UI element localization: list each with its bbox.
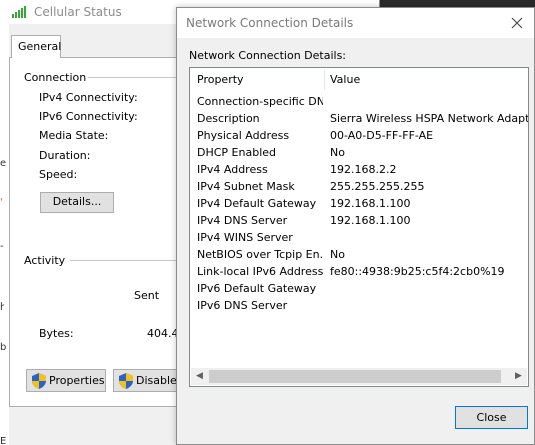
close-button[interactable]: Close — [455, 406, 528, 429]
list-item[interactable]: IPv4 Default Gateway 192.168.1.100 — [190, 196, 528, 213]
list-item[interactable]: IPv4 Address 192.168.2.2 — [190, 162, 528, 179]
list-item[interactable]: NetBIOS over Tcpip En... No — [190, 247, 528, 264]
column-separator[interactable] — [324, 70, 325, 90]
details-list[interactable]: Property Value Connection-specific DN...… — [189, 67, 529, 387]
list-item[interactable]: Connection-specific DN... — [190, 94, 528, 111]
signal-bars-icon — [12, 6, 28, 18]
properties-button[interactable]: Properties — [26, 369, 106, 392]
list-item[interactable]: Description Sierra Wireless HSPA Network … — [190, 111, 528, 128]
left-gutter: e ' - ' r b E — [0, 24, 9, 445]
list-item[interactable]: IPv4 WINS Server — [190, 230, 528, 247]
horizontal-scrollbar[interactable]: ◀ ▶ — [191, 368, 527, 385]
scroll-right-icon[interactable]: ▶ — [510, 368, 527, 385]
column-header-value[interactable]: Value — [330, 73, 360, 86]
divider — [88, 77, 178, 78]
list-item[interactable]: Link-local IPv6 Address fe80::4938:9b25:c… — [190, 264, 528, 281]
shield-icon — [32, 373, 46, 389]
disable-button-label: Disable — [136, 374, 177, 387]
details-caption: Network Connection Details: — [189, 49, 347, 62]
bytes-label: Bytes: — [39, 327, 74, 340]
disable-button[interactable]: Disable — [113, 369, 183, 392]
speed-label: Speed: — [39, 168, 78, 181]
list-item[interactable]: IPv6 DNS Server — [190, 298, 528, 315]
list-header: Property Value — [190, 68, 528, 92]
scroll-left-icon[interactable]: ◀ — [191, 368, 208, 385]
status-window-title: Cellular Status — [34, 5, 122, 19]
ipv6-connectivity-label: IPv6 Connectivity: — [39, 110, 138, 123]
media-state-label: Media State: — [39, 129, 109, 142]
list-item[interactable]: IPv4 DNS Server 192.168.1.100 — [190, 213, 528, 230]
close-icon[interactable] — [506, 12, 528, 34]
list-item[interactable]: DHCP Enabled No — [190, 145, 528, 162]
bytes-sent-value: 404.4 — [147, 327, 179, 340]
sent-label: Sent — [134, 289, 160, 302]
scrollbar-thumb[interactable] — [209, 370, 501, 383]
dialog-title: Network Connection Details — [186, 16, 354, 30]
network-connection-details-dialog: Network Connection Details Network Conne… — [176, 7, 535, 445]
list-item[interactable]: Physical Address 00-A0-D5-FF-FF-AE — [190, 128, 528, 145]
list-item[interactable]: IPv6 Default Gateway — [190, 281, 528, 298]
dialog-titlebar: Network Connection Details — [177, 8, 534, 38]
duration-label: Duration: — [39, 149, 91, 162]
shield-icon — [119, 373, 133, 389]
list-item[interactable]: IPv4 Subnet Mask 255.255.255.255 — [190, 179, 528, 196]
activity-group-label: Activity — [24, 254, 66, 267]
details-button[interactable]: Details... — [40, 192, 114, 213]
ipv4-connectivity-label: IPv4 Connectivity: — [39, 91, 138, 104]
properties-button-label: Properties — [49, 374, 105, 387]
tab-general[interactable]: General — [11, 35, 61, 58]
divider — [70, 260, 178, 261]
connection-group-label: Connection — [24, 71, 87, 84]
list-rows: Connection-specific DN... Description Sie… — [190, 94, 528, 315]
column-header-property[interactable]: Property — [197, 73, 244, 86]
